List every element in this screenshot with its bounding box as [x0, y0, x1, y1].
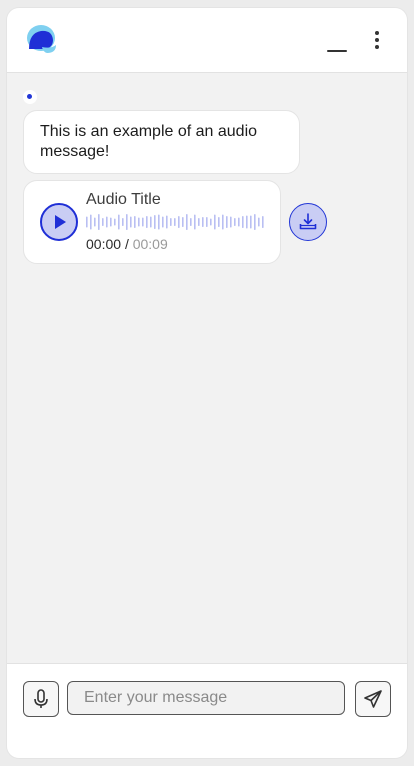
waveform-bar	[102, 218, 104, 226]
audio-duration: 00:09	[132, 236, 168, 252]
bot-avatar-dot	[27, 94, 32, 99]
waveform-bar	[178, 216, 180, 228]
waveform-bar	[190, 218, 192, 226]
bot-avatar	[23, 90, 37, 104]
waveform-bar	[254, 214, 256, 230]
message-composer	[7, 663, 407, 758]
waveform-bar	[234, 218, 236, 226]
more-options-button[interactable]	[365, 28, 389, 52]
waveform-bar	[154, 215, 156, 229]
text-message-bubble: This is an example of an audio message!	[23, 110, 300, 174]
waveform-bar	[262, 216, 264, 228]
waveform-bar	[182, 217, 184, 227]
waveform-bar	[230, 216, 232, 228]
waveform-bar	[118, 214, 120, 230]
audio-current-time: 00:00	[86, 236, 122, 252]
waveform-bar	[142, 217, 144, 227]
waveform-bar	[98, 214, 100, 230]
audio-waveform[interactable]	[86, 213, 266, 231]
waveform-bar	[170, 218, 172, 226]
download-icon	[299, 213, 317, 230]
chat-widget: This is an example of an audio message! …	[7, 8, 407, 758]
send-icon	[364, 690, 382, 708]
waveform-bar	[214, 214, 216, 230]
chat-header	[7, 8, 407, 73]
waveform-bar	[158, 214, 160, 230]
waveform-bar	[150, 216, 152, 228]
waveform-bar	[94, 217, 96, 227]
more-vertical-icon	[375, 31, 379, 49]
waveform-bar	[122, 218, 124, 226]
waveform-bar	[222, 214, 224, 230]
waveform-bar	[258, 217, 260, 227]
waveform-bar	[110, 217, 112, 227]
waveform-bar	[250, 215, 252, 229]
waveform-bar	[126, 214, 128, 230]
waveform-bar	[194, 214, 196, 230]
waveform-bar	[238, 217, 240, 227]
waveform-bar	[202, 217, 204, 227]
send-button[interactable]	[355, 681, 391, 717]
waveform-bar	[198, 218, 200, 226]
waveform-bar	[134, 216, 136, 228]
waveform-bar	[162, 216, 164, 228]
waveform-bar	[166, 215, 168, 229]
message-text: This is an example of an audio message!	[40, 123, 258, 160]
microphone-icon	[34, 689, 48, 708]
waveform-bar	[146, 216, 148, 228]
message-list[interactable]: This is an example of an audio message! …	[7, 73, 407, 663]
waveform-bar	[174, 218, 176, 226]
audio-time: 00:00 / 00:09	[86, 236, 168, 252]
waveform-bar	[242, 216, 244, 228]
microphone-button[interactable]	[23, 681, 59, 717]
waveform-bar	[90, 214, 92, 230]
audio-time-separator: /	[124, 236, 129, 252]
waveform-bar	[206, 217, 208, 227]
audio-message-bubble: Audio Title 00:00 / 00:09	[23, 180, 281, 264]
play-icon	[55, 215, 66, 229]
minimize-button[interactable]	[323, 32, 351, 56]
minimize-icon	[327, 50, 347, 52]
waveform-bar	[114, 218, 116, 226]
waveform-bar	[106, 216, 108, 228]
waveform-bar	[226, 216, 228, 228]
download-button[interactable]	[289, 203, 327, 241]
waveform-bar	[218, 217, 220, 227]
chat-bubble-logo-icon	[25, 23, 59, 57]
play-button[interactable]	[40, 203, 78, 241]
waveform-bar	[86, 216, 88, 228]
waveform-bar	[138, 217, 140, 227]
message-input[interactable]	[67, 681, 345, 715]
waveform-bar	[246, 215, 248, 229]
waveform-bar	[210, 218, 212, 226]
waveform-bar	[186, 214, 188, 230]
audio-title: Audio Title	[86, 191, 161, 208]
waveform-bar	[130, 216, 132, 228]
